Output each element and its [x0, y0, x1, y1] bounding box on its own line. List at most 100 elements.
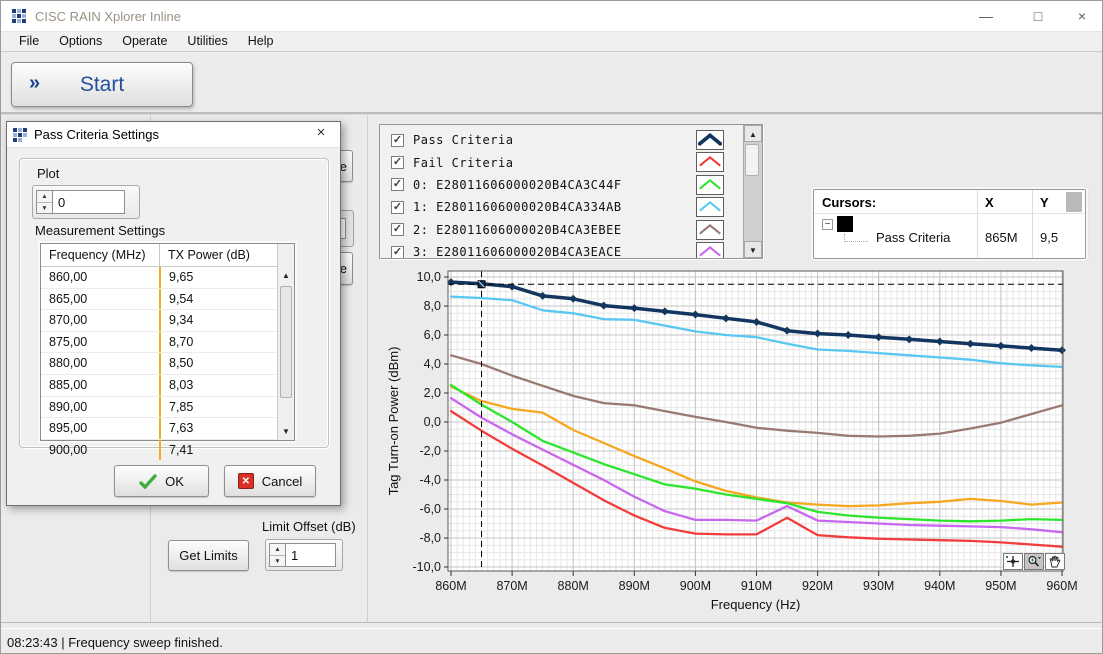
frequency-cell[interactable]: 885,00	[41, 375, 159, 396]
legend-scrollbar[interactable]: ▲ ▼	[743, 125, 762, 258]
menu-options[interactable]: Options	[49, 32, 112, 51]
tx-power-cell[interactable]: 9,34	[159, 310, 260, 331]
table-row[interactable]: 880,008,50	[41, 353, 294, 375]
menu-bar: File Options Operate Utilities Help	[1, 31, 1103, 52]
table-row[interactable]: 875,008,70	[41, 332, 294, 354]
tx-power-cell[interactable]: 8,50	[159, 353, 260, 374]
tx-power-cell[interactable]: 9,54	[159, 289, 260, 310]
scroll-down-icon[interactable]: ▼	[278, 423, 294, 440]
limit-offset-spinner[interactable]: ▲▼ 1	[265, 539, 343, 571]
legend-checkbox[interactable]: ✓	[391, 134, 404, 147]
table-scrollbar[interactable]: ▲ ▼	[277, 244, 294, 440]
pan-tool-button[interactable]	[1045, 553, 1065, 570]
x-tick-label: 960M	[1046, 579, 1077, 593]
menu-operate[interactable]: Operate	[112, 32, 177, 51]
ok-button[interactable]: OK	[114, 465, 209, 497]
tx-power-cell[interactable]: 7,41	[159, 440, 260, 461]
tx-power-cell[interactable]: 8,03	[159, 375, 260, 396]
frequency-cell[interactable]: 880,00	[41, 353, 159, 374]
y-tick-label: 6,0	[424, 328, 441, 342]
cursor-color-swatch[interactable]	[837, 216, 853, 232]
frequency-cell[interactable]: 860,00	[41, 267, 159, 288]
frequency-cell[interactable]: 895,00	[41, 418, 159, 439]
spinner-arrows[interactable]: ▲▼	[269, 543, 286, 567]
tx-power-cell[interactable]: 9,65	[159, 267, 260, 288]
legend-line-icon[interactable]	[696, 242, 724, 259]
legend-checkbox[interactable]: ✓	[391, 178, 404, 191]
legend-rows: ✓ Pass Criteria ✓ Fail Criteria ✓ 0: E2801160…	[380, 125, 762, 259]
frequency-cell[interactable]: 865,00	[41, 289, 159, 310]
tx-power-cell[interactable]: 8,70	[159, 332, 260, 353]
legend-item-label[interactable]: Pass Criteria	[413, 133, 513, 147]
limit-offset-label: Limit Offset (dB)	[262, 519, 356, 534]
spinner-arrows[interactable]: ▲▼	[36, 190, 53, 214]
x-tick-label: 930M	[863, 579, 894, 593]
legend-line-icon[interactable]	[696, 197, 724, 217]
spin-down-icon[interactable]: ▼	[37, 203, 52, 214]
scroll-up-icon[interactable]: ▲	[278, 267, 294, 284]
frequency-column-header: Frequency (MHz)	[41, 244, 159, 266]
scroll-down-icon[interactable]: ▼	[744, 241, 762, 258]
legend-line-icon[interactable]	[696, 130, 724, 150]
plot-number-spinner[interactable]: ▲▼ 0	[32, 185, 140, 219]
cursor-tool-button[interactable]	[1003, 553, 1023, 570]
table-row[interactable]: 860,009,65	[41, 267, 294, 289]
legend-item-label[interactable]: 3: E28011606000020B4CA3EACE	[413, 245, 622, 259]
ok-label: OK	[165, 474, 184, 489]
start-button[interactable]: » Start	[11, 62, 193, 107]
legend-line-icon[interactable]	[696, 152, 724, 172]
table-row[interactable]: 890,007,85	[41, 397, 294, 419]
legend-checkbox[interactable]: ✓	[391, 201, 404, 214]
legend-line-icon[interactable]	[696, 220, 724, 240]
frequency-cell[interactable]: 875,00	[41, 332, 159, 353]
table-row[interactable]: 885,008,03	[41, 375, 294, 397]
cursor-name[interactable]: Pass Criteria	[876, 230, 950, 245]
maximize-button[interactable]: □	[1023, 6, 1053, 26]
spin-up-icon[interactable]: ▲	[37, 191, 52, 203]
column-divider	[1032, 190, 1033, 258]
tx-power-cell[interactable]: 7,85	[159, 397, 260, 418]
dialog-title-bar[interactable]: Pass Criteria Settings ×	[7, 122, 340, 148]
limit-offset-value[interactable]: 1	[286, 543, 336, 567]
legend-item-label[interactable]: 0: E28011606000020B4CA3C44F	[413, 178, 622, 192]
pass-criteria-dialog: Pass Criteria Settings × Plot ▲▼ 0 Measu…	[6, 121, 341, 506]
get-limits-button[interactable]: Get Limits	[168, 540, 249, 571]
table-row[interactable]: 900,007,41	[41, 440, 294, 462]
plot-value[interactable]: 0	[53, 190, 125, 214]
zoom-tool-button[interactable]	[1024, 553, 1044, 570]
spin-down-icon[interactable]: ▼	[270, 556, 285, 567]
scroll-up-icon[interactable]: ▲	[744, 125, 762, 142]
measurement-settings-label: Measurement Settings	[35, 223, 165, 238]
menu-help[interactable]: Help	[238, 32, 284, 51]
legend-checkbox[interactable]: ✓	[391, 223, 404, 236]
scroll-thumb[interactable]	[745, 144, 759, 176]
frequency-cell[interactable]: 870,00	[41, 310, 159, 331]
close-button[interactable]: ×	[1067, 6, 1097, 26]
turn-on-power-chart[interactable]: 10,08,06,04,02,00,0-2,0-4,0-6,0-8,0-10,0…	[385, 265, 1091, 617]
legend-item-label[interactable]: 2: E28011606000020B4CA3EBEE	[413, 223, 622, 237]
tx-power-column-header: TX Power (dB)	[159, 244, 260, 266]
x-tick-label: 870M	[496, 579, 527, 593]
spin-up-icon[interactable]: ▲	[270, 544, 285, 556]
table-row[interactable]: 870,009,34	[41, 310, 294, 332]
scroll-thumb[interactable]	[280, 286, 292, 398]
dialog-close-icon[interactable]: ×	[310, 124, 332, 141]
table-row[interactable]: 865,009,54	[41, 289, 294, 311]
minimize-button[interactable]: —	[971, 6, 1001, 26]
table-row[interactable]: 895,007,63	[41, 418, 294, 440]
tree-collapse-icon[interactable]: −	[822, 219, 833, 230]
legend-item-label[interactable]: Fail Criteria	[413, 156, 513, 170]
menu-file[interactable]: File	[9, 32, 49, 51]
legend-item-label[interactable]: 1: E28011606000020B4CA334AB	[413, 200, 622, 214]
x-tick-label: 940M	[924, 579, 955, 593]
title-bar[interactable]: CISC RAIN Xplorer Inline — □ ×	[1, 1, 1103, 31]
legend-checkbox[interactable]: ✓	[391, 156, 404, 169]
legend-line-icon[interactable]	[696, 175, 724, 195]
frequency-cell[interactable]: 890,00	[41, 397, 159, 418]
y-tick-label: 8,0	[424, 299, 441, 313]
tx-power-cell[interactable]: 7,63	[159, 418, 260, 439]
legend-checkbox[interactable]: ✓	[391, 246, 404, 259]
menu-utilities[interactable]: Utilities	[177, 32, 237, 51]
frequency-cell[interactable]: 900,00	[41, 440, 159, 461]
cancel-button[interactable]: ✕ Cancel	[224, 465, 316, 497]
